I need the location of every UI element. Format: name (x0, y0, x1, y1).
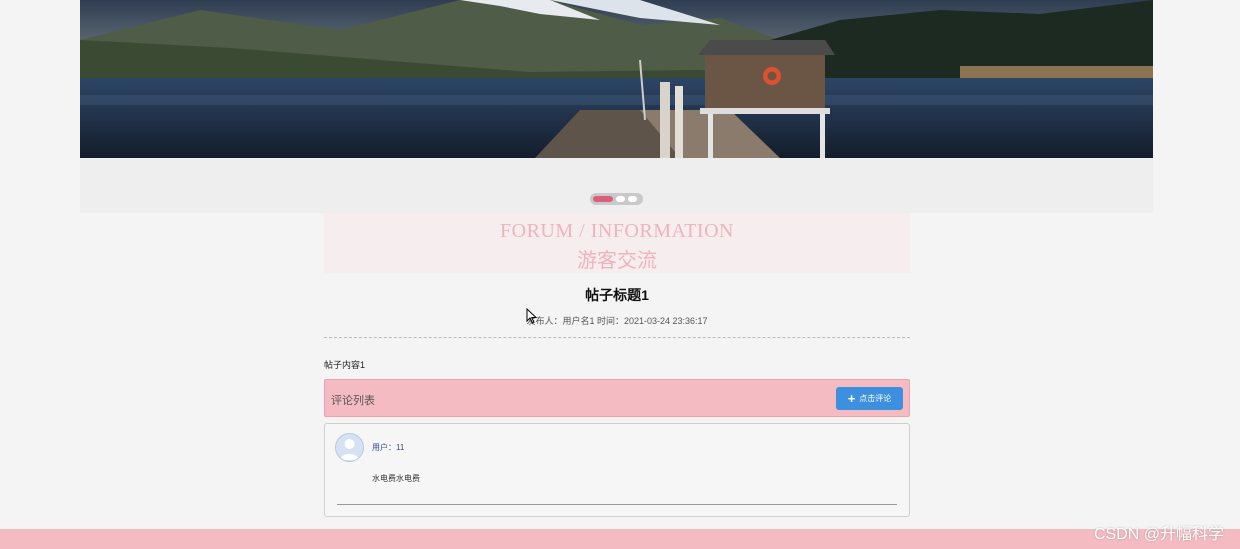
comments-title: 评论列表 (331, 395, 375, 407)
add-comment-button[interactable]: + 点击评论 (836, 387, 903, 410)
user-avatar-icon (340, 439, 359, 460)
comment-divider (337, 504, 897, 505)
hero-banner-image (80, 0, 1153, 158)
watermark: CSDN @升幅科学 (1093, 526, 1224, 543)
carousel-dot-1[interactable] (593, 196, 613, 202)
page-footer (0, 529, 1240, 549)
section-title-en: FORUM / INFORMATION (500, 220, 734, 242)
avatar (335, 433, 364, 462)
section-heading: FORUM / INFORMATION 游客交流 (324, 213, 910, 273)
add-comment-label: 点击评论 (859, 394, 892, 403)
carousel-dot-3[interactable] (628, 196, 637, 202)
comments-header: 评论列表 + 点击评论 (324, 379, 910, 417)
post-meta: 发布人：用户名1 时间：2021-03-24 23:36:17 (526, 316, 708, 326)
post-title: 帖子标题1 (585, 287, 649, 303)
post-divider (324, 337, 910, 338)
comment-item: 用户：11 水电费水电费 (324, 423, 910, 517)
mouse-cursor-icon (526, 308, 538, 324)
comment-user: 用户：11 (372, 443, 405, 452)
section-title-cn: 游客交流 (577, 250, 657, 272)
post-content: 帖子内容1 (324, 360, 366, 370)
carousel-dot-2[interactable] (616, 196, 625, 202)
carousel-indicators[interactable] (590, 193, 643, 205)
comment-text: 水电费水电费 (372, 474, 420, 483)
plus-icon: + (847, 391, 856, 406)
